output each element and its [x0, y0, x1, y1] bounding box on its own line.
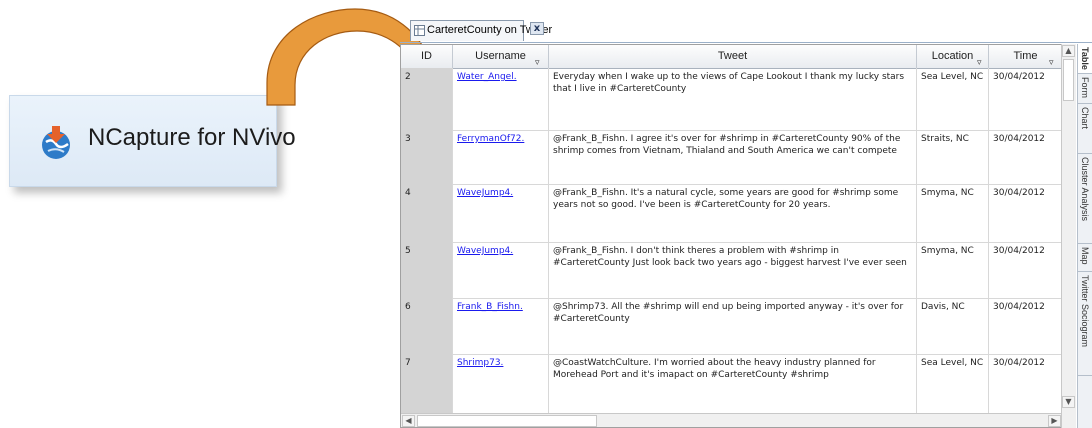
username-link[interactable]: Water_Angel. — [457, 72, 517, 82]
col-header-time[interactable]: Time ▿ — [989, 45, 1061, 68]
row-id: 3 — [401, 130, 453, 184]
username-link[interactable]: Frank_B_Fishn. — [457, 302, 523, 312]
vertical-scroll-thumb[interactable] — [1063, 59, 1074, 101]
col-header-id[interactable]: ID — [401, 45, 453, 68]
time-cell: 30/04/2012 — [989, 354, 1061, 413]
username-cell: Shrimp73. — [453, 354, 549, 413]
view-side-tabs: Table Form Chart Cluster Analysis Map Tw… — [1077, 44, 1092, 428]
tweet-cell: @Frank_B_Fishn. I don't think theres a p… — [549, 242, 917, 298]
document-tab-strip: CarteretCounty on Twitter x — [400, 18, 1092, 43]
username-link[interactable]: FerrymanOf72. — [457, 134, 524, 144]
tweet-cell: @CoastWatchCulture. I'm worried about th… — [549, 354, 917, 413]
location-cell: Smyma, NC — [917, 242, 989, 298]
col-header-location[interactable]: Location ▿ — [917, 45, 989, 68]
ncapture-label: NCapture for NVivo — [88, 124, 296, 151]
row-id: 4 — [401, 184, 453, 242]
scroll-right-arrow-icon[interactable]: ▶ — [1048, 415, 1061, 427]
side-tab-form[interactable]: Form — [1078, 74, 1092, 104]
row-id: 5 — [401, 242, 453, 298]
time-cell: 30/04/2012 — [989, 242, 1061, 298]
time-cell: 30/04/2012 — [989, 184, 1061, 242]
location-cell: Sea Level, NC — [917, 68, 989, 130]
username-cell: Water_Angel. — [453, 68, 549, 130]
username-link[interactable]: WaveJump4. — [457, 246, 513, 256]
row-id: 6 — [401, 298, 453, 354]
tweet-cell: @Frank_B_Fishn. I agree it's over for #s… — [549, 130, 917, 184]
username-cell: Frank_B_Fishn. — [453, 298, 549, 354]
tweet-cell: @Shrimp73. All the #shrimp will end up b… — [549, 298, 917, 354]
table-row[interactable]: 5 WaveJump4. @Frank_B_Fishn. I don't thi… — [401, 242, 1061, 299]
side-tab-map[interactable]: Map — [1078, 244, 1092, 272]
tweet-cell: @Frank_B_Fishn. It's a natural cycle, so… — [549, 184, 917, 242]
username-link[interactable]: WaveJump4. — [457, 188, 513, 198]
table-header: ID Username ▿ Tweet Location ▿ Time ▿ — [401, 45, 1061, 69]
dataset-icon — [414, 25, 425, 36]
row-id: 2 — [401, 68, 453, 130]
scroll-down-arrow-icon[interactable]: ▼ — [1062, 396, 1075, 408]
side-tab-cluster-analysis[interactable]: Cluster Analysis — [1078, 154, 1092, 244]
tweet-cell: Everyday when I wake up to the views of … — [549, 68, 917, 130]
scroll-up-arrow-icon[interactable]: ▲ — [1062, 45, 1075, 57]
horizontal-scroll-thumb[interactable] — [417, 415, 597, 427]
time-cell: 30/04/2012 — [989, 68, 1061, 130]
side-tab-twitter-sociogram[interactable]: Twitter Sociogram — [1078, 272, 1092, 376]
ncapture-globe-icon — [42, 126, 70, 159]
col-header-tweet[interactable]: Tweet — [549, 45, 917, 68]
close-tab-button[interactable]: x — [530, 22, 544, 35]
side-tab-chart[interactable]: Chart — [1078, 104, 1092, 154]
time-cell: 30/04/2012 — [989, 130, 1061, 184]
username-cell: FerrymanOf72. — [453, 130, 549, 184]
table-row[interactable]: 2 Water_Angel. Everyday when I wake up t… — [401, 68, 1061, 131]
location-cell: Davis, NC — [917, 298, 989, 354]
dataset-table: ID Username ▿ Tweet Location ▿ Time ▿ 2 Wat… — [400, 44, 1062, 428]
table-row[interactable]: 3 FerrymanOf72. @Frank_B_Fishn. I agree … — [401, 130, 1061, 185]
location-cell: Straits, NC — [917, 130, 989, 184]
tab-carteret-county[interactable]: CarteretCounty on Twitter — [410, 20, 552, 41]
col-header-username[interactable]: Username ▿ — [453, 45, 549, 68]
horizontal-scrollbar[interactable]: ◀ ▶ — [401, 413, 1061, 427]
side-tab-table[interactable]: Table — [1078, 44, 1092, 74]
location-cell: Sea Level, NC — [917, 354, 989, 413]
row-id: 7 — [401, 354, 453, 413]
username-cell: WaveJump4. — [453, 242, 549, 298]
time-cell: 30/04/2012 — [989, 298, 1061, 354]
username-link[interactable]: Shrimp73. — [457, 358, 503, 368]
vertical-scrollbar[interactable]: ▲ ▼ — [1061, 44, 1076, 428]
scroll-left-arrow-icon[interactable]: ◀ — [402, 415, 415, 427]
table-row[interactable]: 6 Frank_B_Fishn. @Shrimp73. All the #shr… — [401, 298, 1061, 355]
table-row[interactable]: 7 Shrimp73. @CoastWatchCulture. I'm worr… — [401, 354, 1061, 414]
location-cell: Smyma, NC — [917, 184, 989, 242]
ncapture-button[interactable]: NCapture for NVivo — [9, 95, 296, 187]
username-cell: WaveJump4. — [453, 184, 549, 242]
table-row[interactable]: 4 WaveJump4. @Frank_B_Fishn. It's a natu… — [401, 184, 1061, 243]
